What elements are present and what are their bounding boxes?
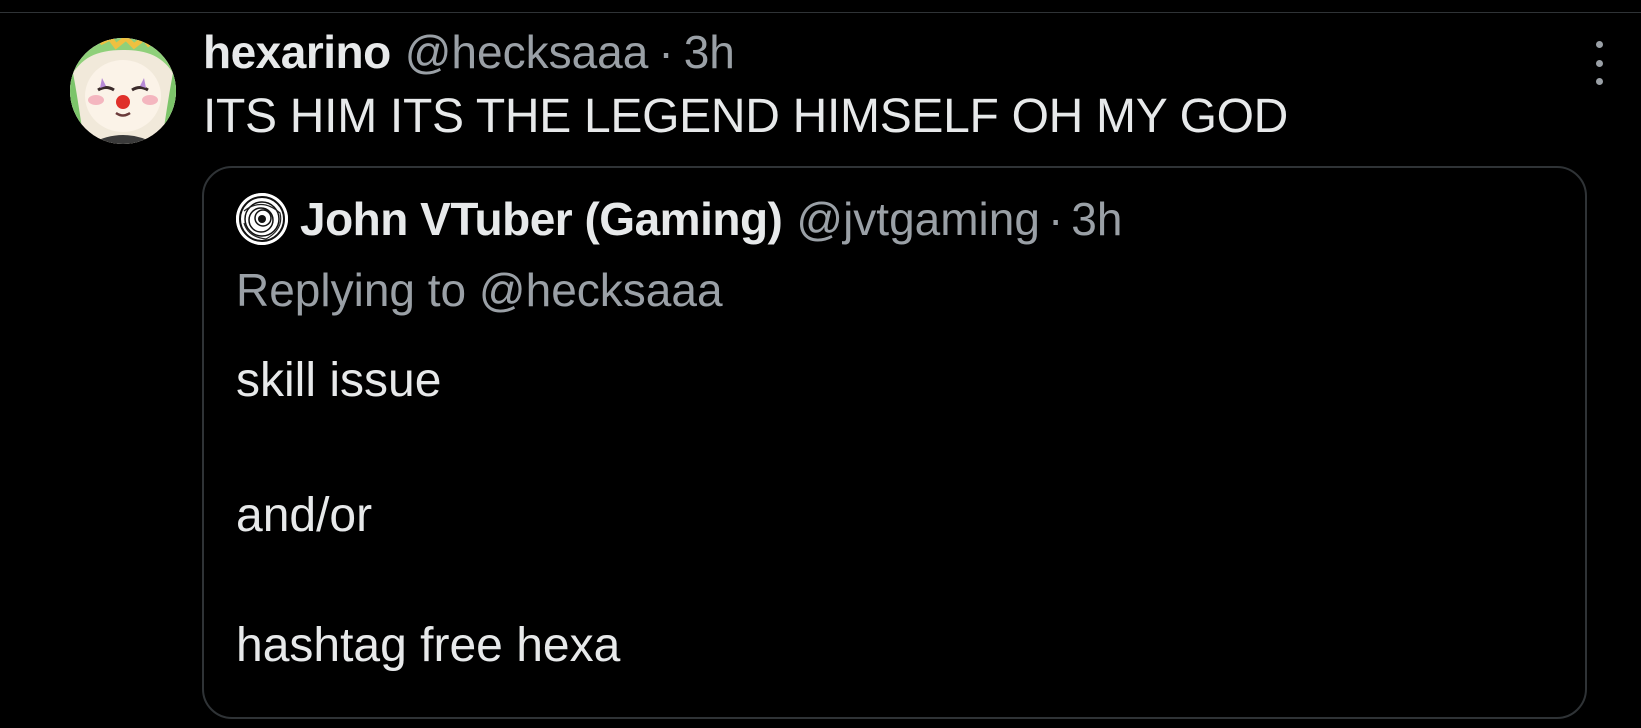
quoted-tweet-text-line: skill issue xyxy=(236,354,442,407)
author-handle[interactable]: @hecksaaa xyxy=(405,25,649,79)
quoted-author-avatar xyxy=(236,193,288,245)
quoted-tweet-timestamp: 3h xyxy=(1071,193,1123,245)
tweet-header: hexarino @hecksaaa · 3h xyxy=(203,25,735,85)
replying-to-label: Replying to xyxy=(236,264,467,316)
quoted-tweet-card[interactable]: John VTuber (Gaming) @jvtgaming · 3h Rep… xyxy=(202,166,1587,719)
more-options-button[interactable] xyxy=(1582,41,1616,85)
more-vertical-icon-dot xyxy=(1595,41,1603,48)
tweet[interactable]: hexarino @hecksaaa · 3h ITS HIM ITS THE … xyxy=(0,13,1641,728)
separator-dot: · xyxy=(1047,193,1064,245)
more-vertical-icon-dot xyxy=(1595,59,1603,67)
replying-to: Replying to @hecksaaa xyxy=(236,263,723,317)
author-name[interactable]: hexarino xyxy=(203,25,391,79)
scribble-avatar-icon xyxy=(236,193,288,245)
quoted-tweet-text-line: hashtag free hexa xyxy=(236,619,621,672)
quoted-author-handle: @jvtgaming xyxy=(796,193,1040,245)
replying-to-handle: @hecksaaa xyxy=(478,264,723,316)
quoted-tweet-text-line: and/or xyxy=(236,489,373,542)
clown-girl-avatar-icon xyxy=(70,38,176,144)
tweet-timestamp[interactable]: 3h xyxy=(684,25,735,79)
tweet-text: ITS HIM ITS THE LEGEND HIMSELF OH MY GOD xyxy=(203,90,1289,143)
separator-dot: · xyxy=(658,26,674,78)
more-vertical-icon-dot xyxy=(1595,78,1603,85)
quoted-tweet-header: John VTuber (Gaming) @jvtgaming · 3h xyxy=(236,192,1122,246)
quoted-author-name: John VTuber (Gaming) xyxy=(300,193,783,245)
author-avatar[interactable] xyxy=(70,38,176,144)
